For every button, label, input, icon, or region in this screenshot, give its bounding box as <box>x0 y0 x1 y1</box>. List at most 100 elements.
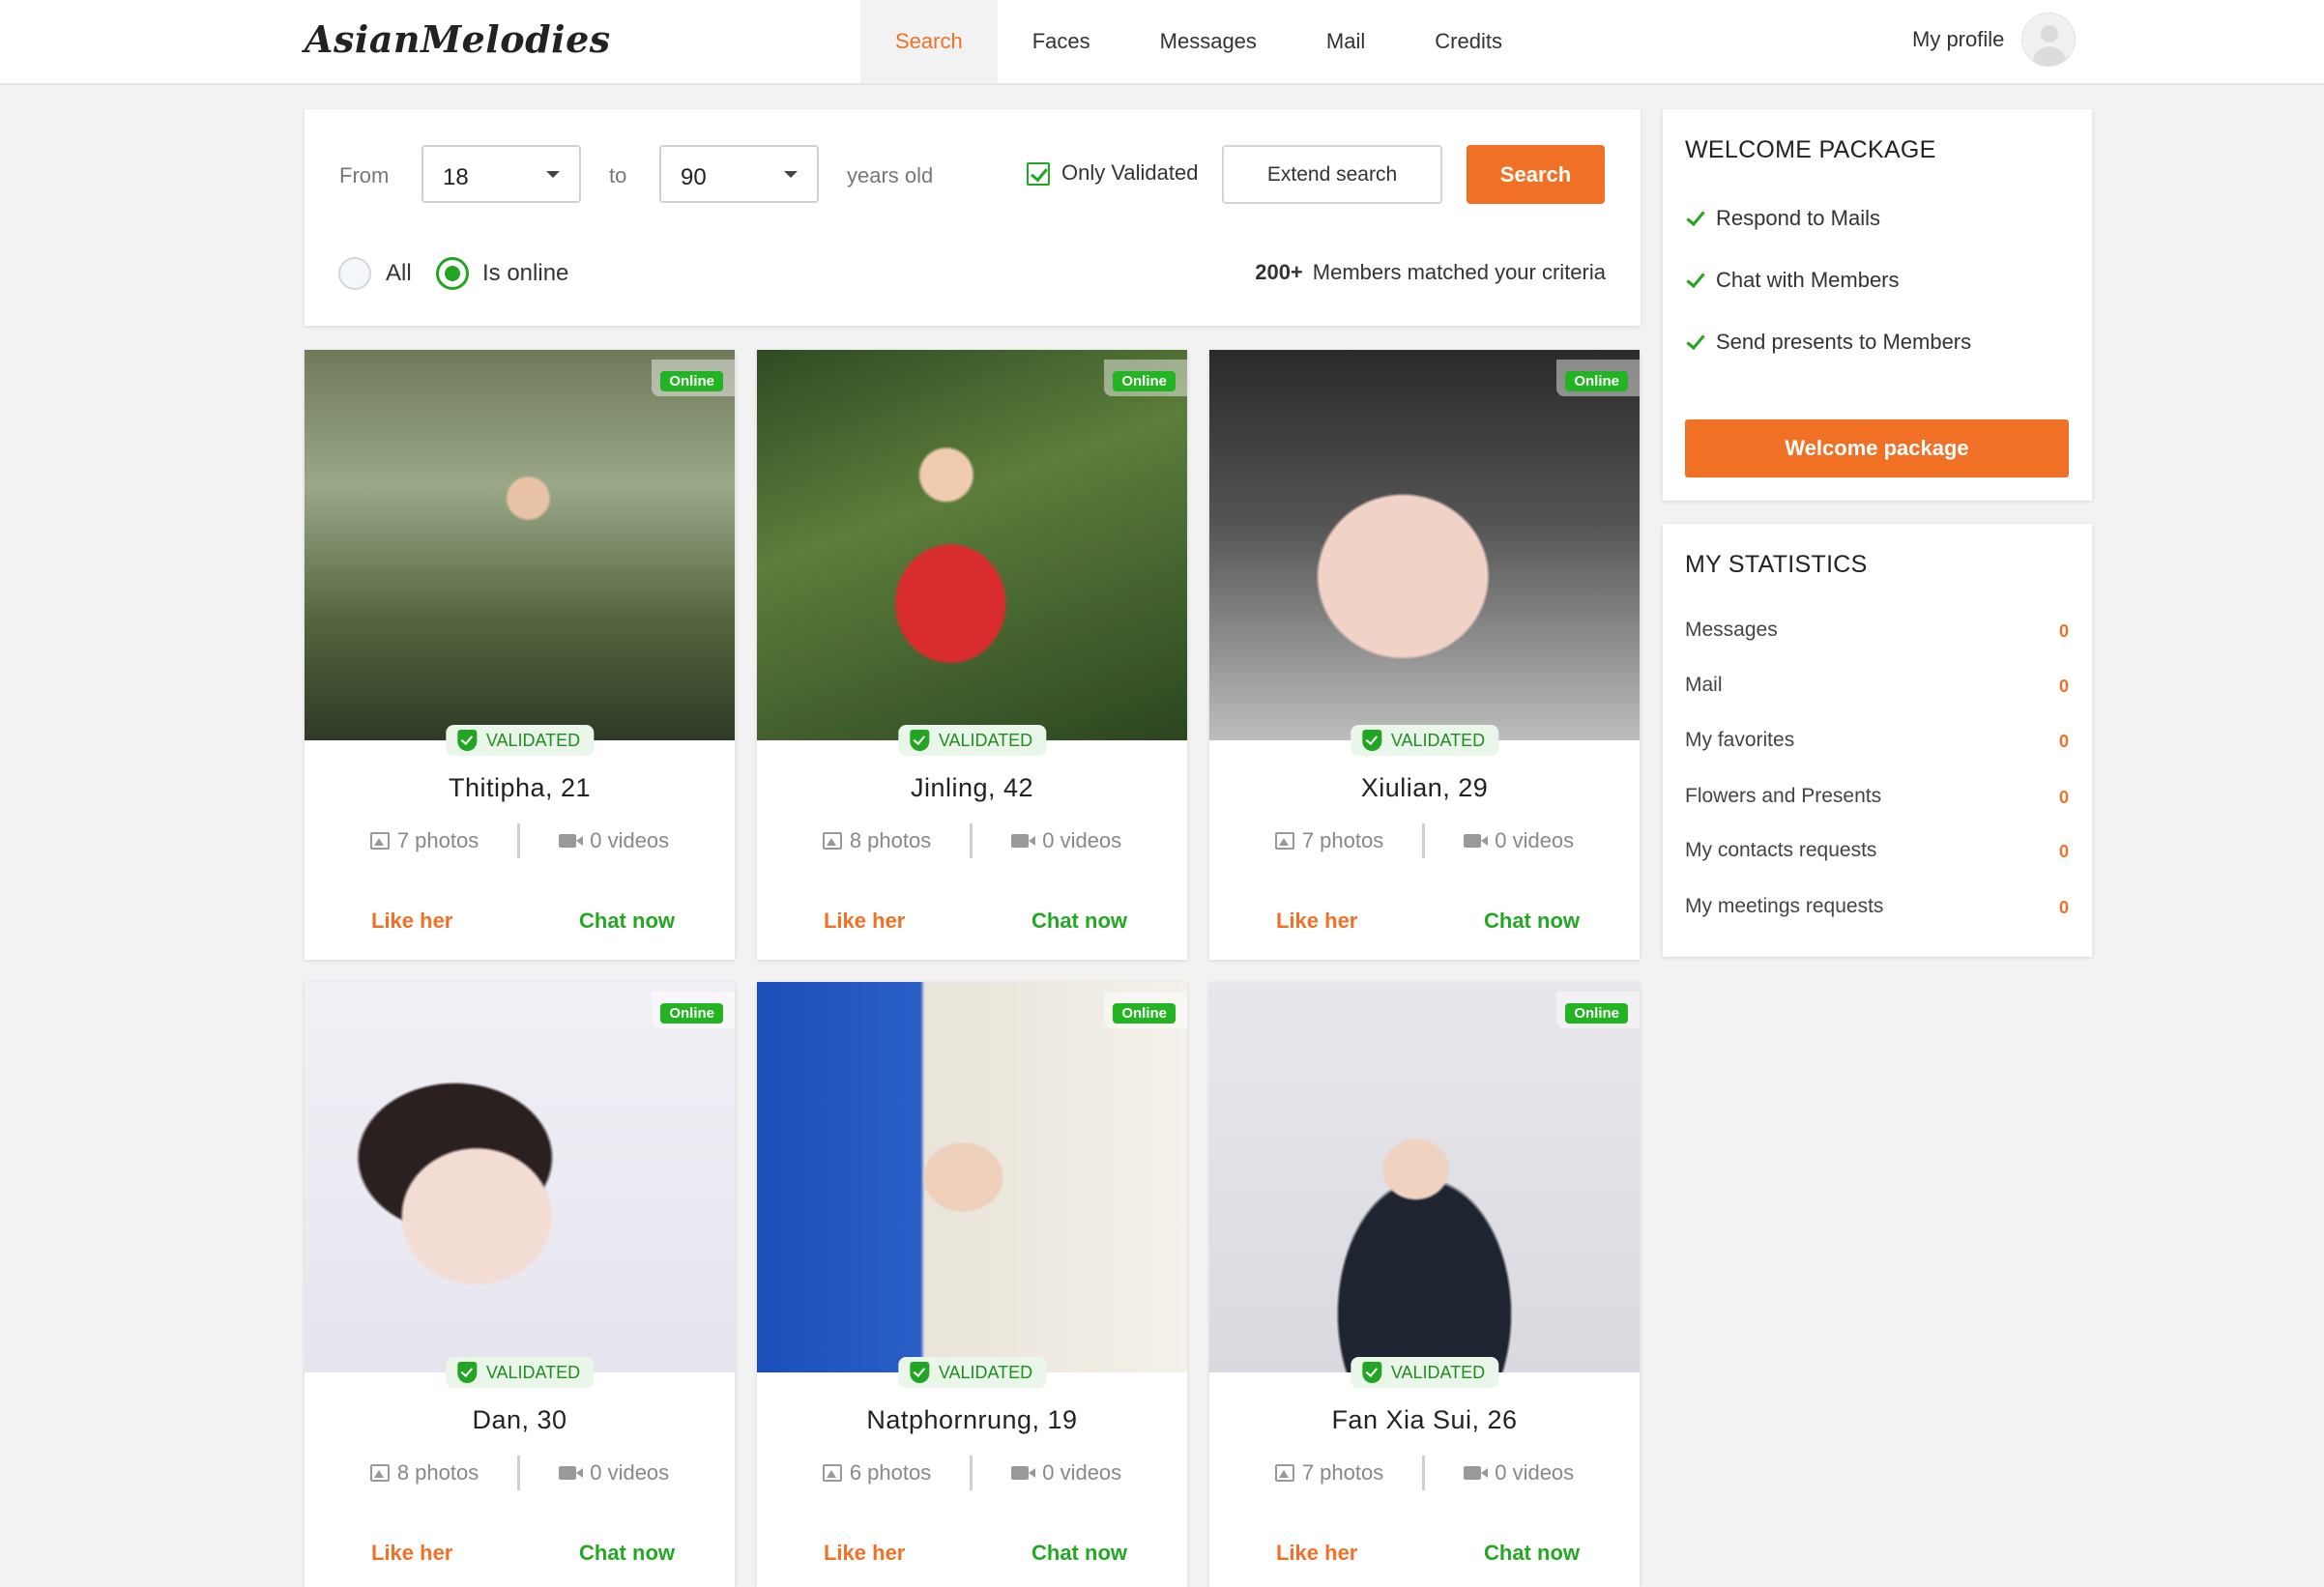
member-media-counts: 7 photos 0 videos <box>1209 823 1640 858</box>
nav-credits[interactable]: Credits <box>1400 0 1537 83</box>
member-photo[interactable] <box>757 350 1187 740</box>
radio-all[interactable] <box>338 257 371 290</box>
welcome-item: Chat with Members <box>1685 268 1900 293</box>
photo-count: 7 photos <box>369 828 479 853</box>
shield-check-icon <box>909 1362 929 1383</box>
video-count: 0 videos <box>1464 1460 1574 1486</box>
online-badge: Online <box>1556 992 1640 1028</box>
top-navigation-bar: AsianMelodies Search Faces Messages Mail… <box>0 0 2324 85</box>
member-photo[interactable] <box>757 982 1187 1372</box>
welcome-package-button[interactable]: Welcome package <box>1685 419 2069 477</box>
chat-now-button[interactable]: Chat now <box>1484 909 1580 934</box>
member-card[interactable]: Online VALIDATED Thitipha, 21 7 photos 0 vid… <box>305 350 735 960</box>
online-label: Online <box>1113 1003 1176 1024</box>
photos-icon <box>1274 832 1294 850</box>
stat-label: My contacts requests <box>1685 839 1877 861</box>
member-name[interactable]: Thitipha, 21 <box>305 773 735 803</box>
chat-now-button[interactable]: Chat now <box>1484 1541 1580 1566</box>
search-button[interactable]: Search <box>1467 145 1605 204</box>
member-name[interactable]: Jinling, 42 <box>757 773 1187 803</box>
member-name[interactable]: Dan, 30 <box>305 1405 735 1435</box>
check-icon <box>1686 330 1705 351</box>
member-card[interactable]: Online VALIDATED Xiulian, 29 7 photos 0 vide… <box>1209 350 1640 960</box>
stat-row-meetings[interactable]: My meetings requests 0 <box>1685 895 2069 918</box>
chat-now-button[interactable]: Chat now <box>1031 909 1127 934</box>
nav-messages[interactable]: Messages <box>1125 0 1292 83</box>
member-card[interactable]: Online VALIDATED Fan Xia Sui, 26 7 photos 0 … <box>1209 982 1640 1587</box>
member-card[interactable]: Online VALIDATED Dan, 30 8 photos 0 videos Li… <box>305 982 735 1587</box>
shield-check-icon <box>456 1362 477 1383</box>
validated-label: VALIDATED <box>485 1362 581 1382</box>
stat-row-flowers[interactable]: Flowers and Presents 0 <box>1685 785 2069 808</box>
photos-icon <box>1274 1464 1294 1482</box>
matched-count: 200+ <box>1255 260 1303 284</box>
member-name[interactable]: Xiulian, 29 <box>1209 773 1640 803</box>
nav-faces[interactable]: Faces <box>998 0 1125 83</box>
validated-label: VALIDATED <box>938 1362 1033 1382</box>
stat-value: 0 <box>2058 842 2069 861</box>
chat-now-button[interactable]: Chat now <box>1031 1541 1127 1566</box>
check-icon <box>1686 206 1705 227</box>
video-count-label: 0 videos <box>590 828 670 852</box>
member-photo[interactable] <box>1209 350 1640 740</box>
video-count: 0 videos <box>1011 1460 1121 1486</box>
member-photo[interactable] <box>305 350 735 740</box>
welcome-item: Respond to Mails <box>1685 206 1880 231</box>
to-label: to <box>609 163 627 188</box>
video-count: 0 videos <box>559 1460 669 1486</box>
like-her-button[interactable]: Like her <box>371 1541 452 1566</box>
video-camera-icon <box>1464 834 1489 848</box>
radio-is-online[interactable] <box>436 257 469 290</box>
stat-row-messages[interactable]: Messages 0 <box>1685 619 2069 642</box>
video-camera-icon <box>1011 834 1036 848</box>
nav-mail[interactable]: Mail <box>1292 0 1400 83</box>
extend-search-button[interactable]: Extend search <box>1222 145 1442 204</box>
age-to-select[interactable]: 90 <box>659 145 819 203</box>
radio-is-online-label[interactable]: Is online <box>482 260 568 287</box>
photo-count: 6 photos <box>822 1460 932 1486</box>
validated-badge: VALIDATED <box>1350 725 1499 756</box>
stat-value: 0 <box>2058 621 2069 641</box>
photo-count-label: 6 photos <box>849 1460 932 1485</box>
stat-row-favorites[interactable]: My favorites 0 <box>1685 729 2069 752</box>
welcome-item-label: Respond to Mails <box>1716 206 1880 230</box>
shield-check-icon <box>909 730 929 751</box>
photo-count: 8 photos <box>822 828 931 853</box>
my-profile-link[interactable]: My profile <box>1912 13 2077 67</box>
like-her-button[interactable]: Like her <box>824 1541 905 1566</box>
matched-label: Members matched your criteria <box>1312 260 1606 284</box>
matched-count-text: 200+ Members matched your criteria <box>1255 260 1606 285</box>
like-her-button[interactable]: Like her <box>371 909 452 934</box>
nav-search[interactable]: Search <box>860 0 998 83</box>
chat-now-button[interactable]: Chat now <box>579 909 675 934</box>
member-photo[interactable] <box>1209 982 1640 1372</box>
member-photo[interactable] <box>305 982 735 1372</box>
age-from-select[interactable]: 18 <box>421 145 581 203</box>
only-validated-checkbox[interactable] <box>1027 162 1050 186</box>
photos-icon <box>369 1464 390 1482</box>
validated-badge: VALIDATED <box>445 725 595 756</box>
avatar-icon[interactable] <box>2021 13 2077 67</box>
radio-all-label[interactable]: All <box>386 260 412 287</box>
from-label: From <box>339 163 390 188</box>
welcome-item-label: Send presents to Members <box>1716 330 1972 354</box>
chevron-down-icon <box>784 171 798 178</box>
stat-row-mail[interactable]: Mail 0 <box>1685 674 2069 697</box>
member-name[interactable]: Natphornrung, 19 <box>757 1405 1187 1435</box>
photos-icon <box>822 1464 842 1482</box>
divider <box>1422 1456 1426 1490</box>
chat-now-button[interactable]: Chat now <box>579 1541 675 1566</box>
like-her-button[interactable]: Like her <box>1276 909 1357 934</box>
member-name[interactable]: Fan Xia Sui, 26 <box>1209 1405 1640 1435</box>
only-validated-label[interactable]: Only Validated <box>1061 160 1198 186</box>
photos-icon <box>369 832 390 850</box>
site-logo[interactable]: AsianMelodies <box>305 17 611 61</box>
stat-row-contacts[interactable]: My contacts requests 0 <box>1685 839 2069 862</box>
like-her-button[interactable]: Like her <box>824 909 905 934</box>
member-card[interactable]: Online VALIDATED Jinling, 42 8 photos 0 vide… <box>757 350 1187 960</box>
like-her-button[interactable]: Like her <box>1276 1541 1357 1566</box>
stat-value: 0 <box>2058 788 2069 807</box>
member-card[interactable]: Online VALIDATED Natphornrung, 19 6 photos 0… <box>757 982 1187 1587</box>
online-label: Online <box>1565 371 1628 391</box>
video-camera-icon <box>559 834 584 848</box>
